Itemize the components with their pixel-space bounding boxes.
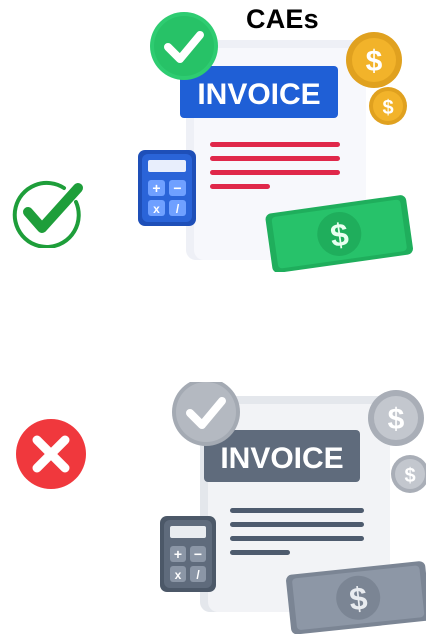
red-x-circle-icon bbox=[16, 419, 86, 489]
coin-icon: $ bbox=[368, 390, 424, 446]
svg-text:−: − bbox=[173, 180, 181, 196]
coin-icon: $ bbox=[346, 32, 402, 88]
svg-text:+: + bbox=[174, 546, 182, 562]
coin-icon-small: $ bbox=[391, 455, 426, 493]
svg-text:$: $ bbox=[382, 97, 393, 119]
svg-text:+: + bbox=[152, 180, 160, 196]
check-badge-icon bbox=[150, 12, 218, 80]
invoice-label: INVOICE bbox=[197, 78, 320, 111]
svg-text:$: $ bbox=[404, 465, 415, 487]
calculator-icon: + − x / bbox=[138, 150, 196, 226]
green-check-circle-icon bbox=[12, 180, 83, 248]
invalid-invoice-row: INVOICE $ $ + − x / $ bbox=[0, 320, 426, 635]
valid-invoice-row: INVOICE $ $ + − x / $ bbox=[0, 0, 426, 300]
invoice-label: INVOICE bbox=[220, 442, 343, 475]
invoice-illustration-color: INVOICE $ $ + − x / $ bbox=[138, 12, 413, 272]
svg-text:x: x bbox=[175, 568, 182, 582]
calculator-icon: + − x / bbox=[160, 516, 216, 592]
invoice-illustration-gray: INVOICE $ $ + − x / $ bbox=[160, 382, 426, 634]
coin-icon-small: $ bbox=[369, 87, 407, 125]
svg-text:$: $ bbox=[366, 45, 383, 78]
svg-text:x: x bbox=[153, 202, 160, 216]
svg-text:$: $ bbox=[388, 403, 405, 436]
svg-text:−: − bbox=[194, 546, 202, 562]
